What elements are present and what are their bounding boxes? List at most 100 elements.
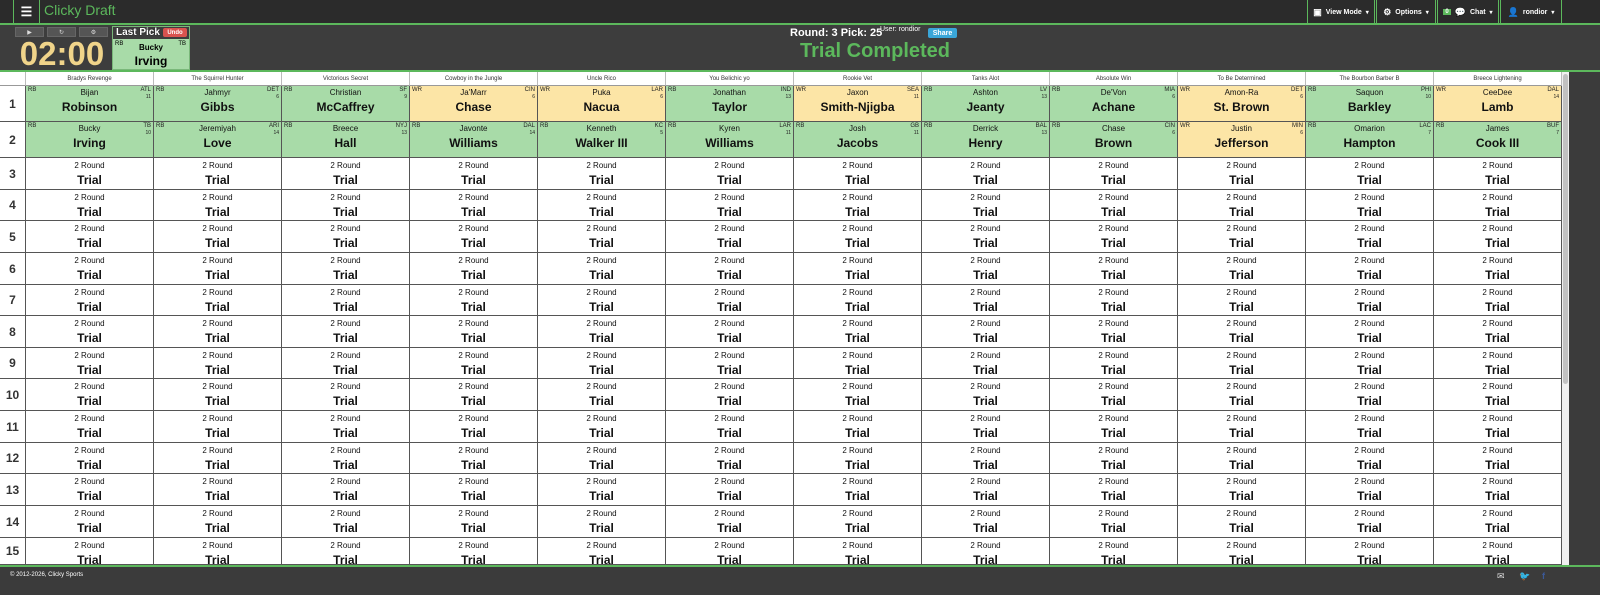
empty-pick-cell[interactable]: 2 Round Trial — [1050, 506, 1178, 538]
scrollbar[interactable] — [1562, 72, 1569, 565]
pick-cell[interactable]: RB BAL 13 Derrick Henry — [922, 122, 1050, 158]
empty-pick-cell[interactable]: 2 Round Trial — [922, 190, 1050, 221]
empty-pick-cell[interactable]: 2 Round Trial — [154, 221, 282, 253]
empty-pick-cell[interactable]: 2 Round Trial — [26, 158, 154, 190]
empty-pick-cell[interactable]: 2 Round Trial — [922, 253, 1050, 285]
empty-pick-cell[interactable]: 2 Round Trial — [922, 316, 1050, 348]
empty-pick-cell[interactable]: 2 Round Trial — [154, 190, 282, 221]
empty-pick-cell[interactable]: 2 Round Trial — [794, 285, 922, 316]
empty-pick-cell[interactable]: 2 Round Trial — [666, 474, 794, 506]
empty-pick-cell[interactable]: 2 Round Trial — [1050, 190, 1178, 221]
empty-pick-cell[interactable]: 2 Round Trial — [282, 190, 410, 221]
empty-pick-cell[interactable]: 2 Round Trial — [1306, 158, 1434, 190]
pick-cell[interactable]: RB CIN 6 Chase Brown — [1050, 122, 1178, 158]
empty-pick-cell[interactable]: 2 Round Trial — [410, 253, 538, 285]
empty-pick-cell[interactable]: 2 Round Trial — [1434, 538, 1562, 565]
empty-pick-cell[interactable]: 2 Round Trial — [282, 348, 410, 379]
empty-pick-cell[interactable]: 2 Round Trial — [154, 285, 282, 316]
empty-pick-cell[interactable]: 2 Round Trial — [26, 506, 154, 538]
team-name-header[interactable]: The Squirrel Hunter — [154, 72, 282, 86]
empty-pick-cell[interactable]: 2 Round Trial — [1050, 253, 1178, 285]
empty-pick-cell[interactable]: 2 Round Trial — [538, 443, 666, 474]
empty-pick-cell[interactable]: 2 Round Trial — [26, 316, 154, 348]
empty-pick-cell[interactable]: 2 Round Trial — [154, 379, 282, 411]
empty-pick-cell[interactable]: 2 Round Trial — [1178, 285, 1306, 316]
empty-pick-cell[interactable]: 2 Round Trial — [666, 379, 794, 411]
options-menu[interactable]: ⚙ Options ▾ — [1376, 0, 1436, 24]
empty-pick-cell[interactable]: 2 Round Trial — [282, 253, 410, 285]
empty-pick-cell[interactable]: 2 Round Trial — [1306, 538, 1434, 565]
empty-pick-cell[interactable]: 2 Round Trial — [1050, 474, 1178, 506]
empty-pick-cell[interactable]: 2 Round Trial — [538, 348, 666, 379]
empty-pick-cell[interactable]: 2 Round Trial — [794, 221, 922, 253]
empty-pick-cell[interactable]: 2 Round Trial — [1306, 474, 1434, 506]
empty-pick-cell[interactable]: 2 Round Trial — [1434, 379, 1562, 411]
pick-cell[interactable]: RB LAC 7 Omarion Hampton — [1306, 122, 1434, 158]
empty-pick-cell[interactable]: 2 Round Trial — [26, 443, 154, 474]
hamburger-menu-button[interactable]: ☰ — [13, 0, 40, 24]
team-name-header[interactable]: Rookie Vet — [794, 72, 922, 86]
empty-pick-cell[interactable]: 2 Round Trial — [26, 348, 154, 379]
empty-pick-cell[interactable]: 2 Round Trial — [538, 379, 666, 411]
empty-pick-cell[interactable]: 2 Round Trial — [1178, 348, 1306, 379]
empty-pick-cell[interactable]: 2 Round Trial — [26, 285, 154, 316]
empty-pick-cell[interactable]: 2 Round Trial — [538, 316, 666, 348]
empty-pick-cell[interactable]: 2 Round Trial — [1434, 474, 1562, 506]
empty-pick-cell[interactable]: 2 Round Trial — [1306, 506, 1434, 538]
empty-pick-cell[interactable]: 2 Round Trial — [794, 411, 922, 443]
empty-pick-cell[interactable]: 2 Round Trial — [666, 316, 794, 348]
team-name-header[interactable]: Bradys Revenge — [26, 72, 154, 86]
pick-cell[interactable]: RB NYJ 13 Breece Hall — [282, 122, 410, 158]
empty-pick-cell[interactable]: 2 Round Trial — [410, 221, 538, 253]
empty-pick-cell[interactable]: 2 Round Trial — [410, 348, 538, 379]
team-name-header[interactable]: Victorious Secret — [282, 72, 410, 86]
empty-pick-cell[interactable]: 2 Round Trial — [922, 474, 1050, 506]
app-title[interactable]: Clicky Draft — [44, 2, 116, 18]
empty-pick-cell[interactable]: 2 Round Trial — [1050, 348, 1178, 379]
empty-pick-cell[interactable]: 2 Round Trial — [1306, 348, 1434, 379]
team-name-header[interactable]: You Belichic yo — [666, 72, 794, 86]
empty-pick-cell[interactable]: 2 Round Trial — [666, 253, 794, 285]
pick-cell[interactable]: RB DAL 14 Javonte Williams — [410, 122, 538, 158]
empty-pick-cell[interactable]: 2 Round Trial — [410, 379, 538, 411]
empty-pick-cell[interactable]: 2 Round Trial — [922, 348, 1050, 379]
empty-pick-cell[interactable]: 2 Round Trial — [922, 443, 1050, 474]
share-button[interactable]: Share — [928, 28, 957, 38]
empty-pick-cell[interactable]: 2 Round Trial — [1434, 158, 1562, 190]
empty-pick-cell[interactable]: 2 Round Trial — [282, 411, 410, 443]
empty-pick-cell[interactable]: 2 Round Trial — [1050, 379, 1178, 411]
empty-pick-cell[interactable]: 2 Round Trial — [538, 221, 666, 253]
pick-cell[interactable]: RB IND 13 Jonathan Taylor — [666, 86, 794, 122]
empty-pick-cell[interactable]: 2 Round Trial — [794, 316, 922, 348]
team-name-header[interactable]: Cowboy in the Jungle — [410, 72, 538, 86]
empty-pick-cell[interactable]: 2 Round Trial — [1050, 285, 1178, 316]
empty-pick-cell[interactable]: 2 Round Trial — [1178, 411, 1306, 443]
empty-pick-cell[interactable]: 2 Round Trial — [26, 221, 154, 253]
empty-pick-cell[interactable]: 2 Round Trial — [282, 474, 410, 506]
empty-pick-cell[interactable]: 2 Round Trial — [794, 348, 922, 379]
empty-pick-cell[interactable]: 2 Round Trial — [666, 348, 794, 379]
pick-cell[interactable]: WR DAL 14 CeeDee Lamb — [1434, 86, 1562, 122]
empty-pick-cell[interactable]: 2 Round Trial — [410, 158, 538, 190]
empty-pick-cell[interactable]: 2 Round Trial — [282, 538, 410, 565]
empty-pick-cell[interactable]: 2 Round Trial — [666, 190, 794, 221]
pick-cell[interactable]: WR LAR 6 Puka Nacua — [538, 86, 666, 122]
team-name-header[interactable]: The Bourbon Barber B — [1306, 72, 1434, 86]
empty-pick-cell[interactable]: 2 Round Trial — [922, 221, 1050, 253]
empty-pick-cell[interactable]: 2 Round Trial — [1178, 158, 1306, 190]
empty-pick-cell[interactable]: 2 Round Trial — [1434, 506, 1562, 538]
pick-cell[interactable]: RB LV 13 Ashton Jeanty — [922, 86, 1050, 122]
empty-pick-cell[interactable]: 2 Round Trial — [282, 158, 410, 190]
empty-pick-cell[interactable]: 2 Round Trial — [154, 158, 282, 190]
pick-cell[interactable]: WR DET 6 Amon-Ra St. Brown — [1178, 86, 1306, 122]
empty-pick-cell[interactable]: 2 Round Trial — [26, 474, 154, 506]
empty-pick-cell[interactable]: 2 Round Trial — [1050, 316, 1178, 348]
empty-pick-cell[interactable]: 2 Round Trial — [666, 221, 794, 253]
empty-pick-cell[interactable]: 2 Round Trial — [282, 443, 410, 474]
empty-pick-cell[interactable]: 2 Round Trial — [666, 506, 794, 538]
empty-pick-cell[interactable]: 2 Round Trial — [1434, 285, 1562, 316]
empty-pick-cell[interactable]: 2 Round Trial — [1306, 253, 1434, 285]
empty-pick-cell[interactable]: 2 Round Trial — [666, 538, 794, 565]
empty-pick-cell[interactable]: 2 Round Trial — [794, 158, 922, 190]
empty-pick-cell[interactable]: 2 Round Trial — [26, 411, 154, 443]
